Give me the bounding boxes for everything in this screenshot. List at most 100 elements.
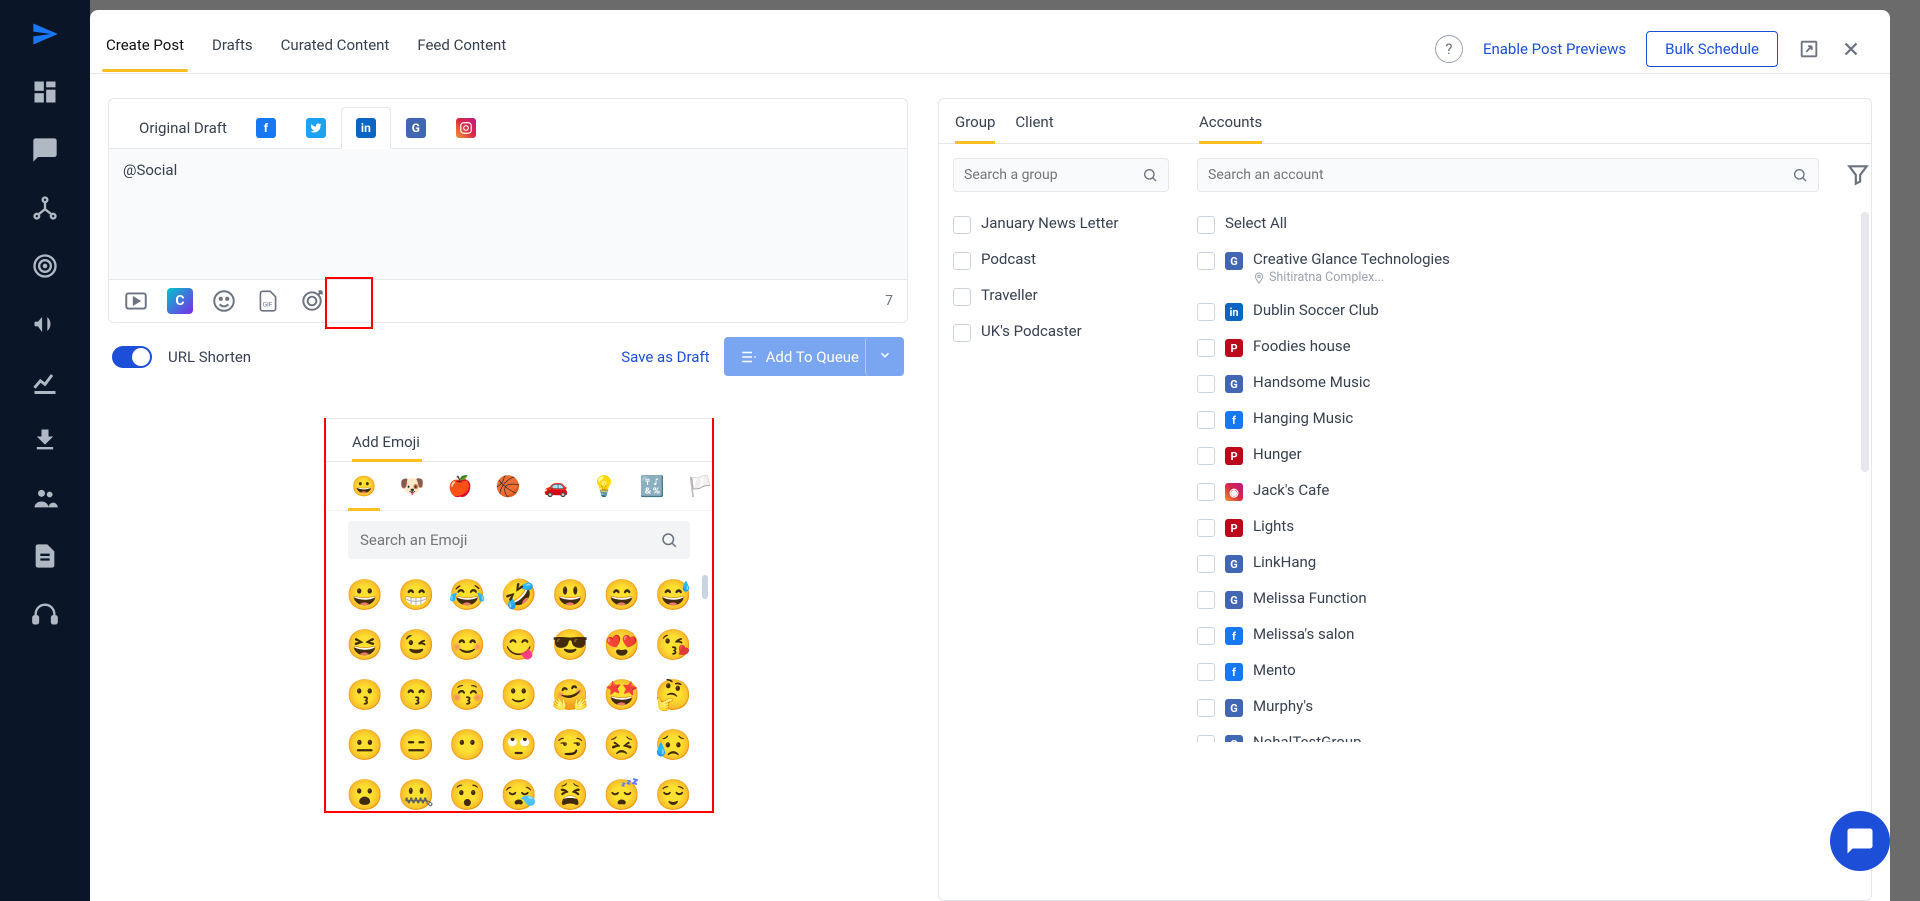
emoji-item[interactable]: 😂 <box>447 575 488 615</box>
emoji-item[interactable]: 😎 <box>550 625 591 665</box>
emoji-item[interactable]: 🤗 <box>550 675 591 715</box>
checkbox[interactable] <box>1197 375 1215 393</box>
group-search-input[interactable] <box>964 167 1142 183</box>
emoji-item[interactable]: 😥 <box>653 725 694 765</box>
emoji-cat-travel[interactable]: 🚗 <box>544 474 568 498</box>
url-shortener-toggle[interactable] <box>112 346 152 368</box>
emoji-item[interactable]: 🙂 <box>498 675 539 715</box>
emoji-item[interactable]: 😪 <box>498 775 539 811</box>
account-item[interactable]: GNohalTestGroup <box>1197 725 1857 742</box>
account-item[interactable]: PHunger <box>1197 437 1857 473</box>
group-item[interactable]: Podcast <box>953 242 1169 278</box>
save-draft-link[interactable]: Save as Draft <box>621 348 709 366</box>
emoji-item[interactable]: 😚 <box>447 675 488 715</box>
emoji-item[interactable]: 😗 <box>344 675 385 715</box>
post-textarea[interactable]: @Social <box>109 149 907 279</box>
account-item[interactable]: GHandsome Music <box>1197 365 1857 401</box>
select-all-item[interactable]: Select All <box>1197 206 1857 242</box>
gif-icon[interactable]: GIF <box>255 288 281 314</box>
emoji-item[interactable]: 🤐 <box>395 775 436 811</box>
messages-icon[interactable] <box>31 136 59 164</box>
emoji-scrollbar[interactable] <box>702 575 708 599</box>
account-item[interactable]: ◉Jack's Cafe <box>1197 473 1857 509</box>
download-icon[interactable] <box>31 426 59 454</box>
media-icon[interactable] <box>123 288 149 314</box>
emoji-item[interactable]: 😉 <box>395 625 436 665</box>
help-icon[interactable]: ? <box>1435 35 1463 63</box>
team-icon[interactable] <box>31 484 59 512</box>
emoji-search[interactable] <box>348 521 690 559</box>
emoji-item[interactable]: 😀 <box>344 575 385 615</box>
emoji-item[interactable]: 😯 <box>447 775 488 811</box>
emoji-item[interactable]: 😋 <box>498 625 539 665</box>
checkbox[interactable] <box>953 288 971 306</box>
emoji-item[interactable]: 😙 <box>395 675 436 715</box>
headset-icon[interactable] <box>31 600 59 628</box>
emoji-item[interactable]: 🙄 <box>498 725 539 765</box>
tab-instagram[interactable] <box>441 108 491 148</box>
account-item[interactable]: GMurphy's <box>1197 689 1857 725</box>
tab-google-business[interactable]: G <box>391 108 441 148</box>
checkbox[interactable] <box>1197 411 1215 429</box>
add-to-queue-button[interactable]: Add To Queue <box>724 337 875 376</box>
emoji-cat-flags[interactable]: 🏳️ <box>688 474 712 498</box>
checkbox[interactable] <box>1197 627 1215 645</box>
checkbox[interactable] <box>1197 252 1215 270</box>
checkbox[interactable] <box>1197 555 1215 573</box>
emoji-cat-objects[interactable]: 💡 <box>592 474 616 498</box>
group-item[interactable]: UK's Podcaster <box>953 314 1169 350</box>
account-item[interactable]: inDublin Soccer Club <box>1197 293 1857 329</box>
filter-icon[interactable] <box>1845 162 1871 188</box>
account-search[interactable] <box>1197 158 1819 192</box>
tab-twitter[interactable] <box>291 108 341 148</box>
emoji-item[interactable]: 🤔 <box>653 675 694 715</box>
emoji-item[interactable]: 😌 <box>653 775 694 811</box>
checkbox[interactable] <box>1197 699 1215 717</box>
logo-icon[interactable] <box>31 20 59 48</box>
emoji-item[interactable]: 😶 <box>447 725 488 765</box>
bulk-schedule-button[interactable]: Bulk Schedule <box>1646 31 1778 67</box>
checkbox[interactable] <box>953 252 971 270</box>
account-item[interactable]: fMento <box>1197 653 1857 689</box>
account-item[interactable]: fHanging Music <box>1197 401 1857 437</box>
enable-previews-link[interactable]: Enable Post Previews <box>1483 40 1626 58</box>
checkbox[interactable] <box>1197 483 1215 501</box>
emoji-item[interactable]: 😁 <box>395 575 436 615</box>
checkbox[interactable] <box>1197 303 1215 321</box>
checkbox[interactable] <box>1197 735 1215 742</box>
emoji-item[interactable]: 😮 <box>344 775 385 811</box>
checkbox[interactable] <box>1197 591 1215 609</box>
checkbox[interactable] <box>1197 519 1215 537</box>
close-icon[interactable] <box>1840 38 1862 60</box>
emoji-item[interactable]: 😣 <box>601 725 642 765</box>
account-item[interactable]: GCreative Glance TechnologiesShitiratna … <box>1197 242 1857 293</box>
group-item[interactable]: Traveller <box>953 278 1169 314</box>
emoji-item[interactable]: 😆 <box>344 625 385 665</box>
checkbox[interactable] <box>953 216 971 234</box>
account-item[interactable]: PFoodies house <box>1197 329 1857 365</box>
tab-curated[interactable]: Curated Content <box>277 26 394 72</box>
emoji-item[interactable]: 😴 <box>601 775 642 811</box>
account-search-input[interactable] <box>1208 167 1792 183</box>
tab-group[interactable]: Group <box>955 113 995 143</box>
emoji-cat-symbols[interactable]: 🔣 <box>640 474 664 498</box>
emoji-cat-animals[interactable]: 🐶 <box>400 474 424 498</box>
emoji-item[interactable]: 😫 <box>550 775 591 811</box>
document-icon[interactable] <box>31 542 59 570</box>
tab-facebook[interactable]: f <box>241 108 291 148</box>
target-icon[interactable] <box>31 252 59 280</box>
accounts-scrollbar[interactable] <box>1861 212 1869 472</box>
emoji-item[interactable]: 😄 <box>601 575 642 615</box>
emoji-item[interactable]: 😃 <box>550 575 591 615</box>
tab-client[interactable]: Client <box>1015 113 1053 143</box>
emoji-button[interactable] <box>211 288 237 314</box>
chat-support-button[interactable] <box>1830 811 1890 871</box>
canva-icon[interactable]: C <box>167 288 193 314</box>
tab-original-draft[interactable]: Original Draft <box>125 109 241 147</box>
tab-drafts[interactable]: Drafts <box>208 26 257 72</box>
emoji-item[interactable]: 😐 <box>344 725 385 765</box>
emoji-cat-food[interactable]: 🍎 <box>448 474 472 498</box>
tab-feed[interactable]: Feed Content <box>413 26 510 72</box>
emoji-item[interactable]: 😊 <box>447 625 488 665</box>
emoji-item[interactable]: 😅 <box>653 575 694 615</box>
